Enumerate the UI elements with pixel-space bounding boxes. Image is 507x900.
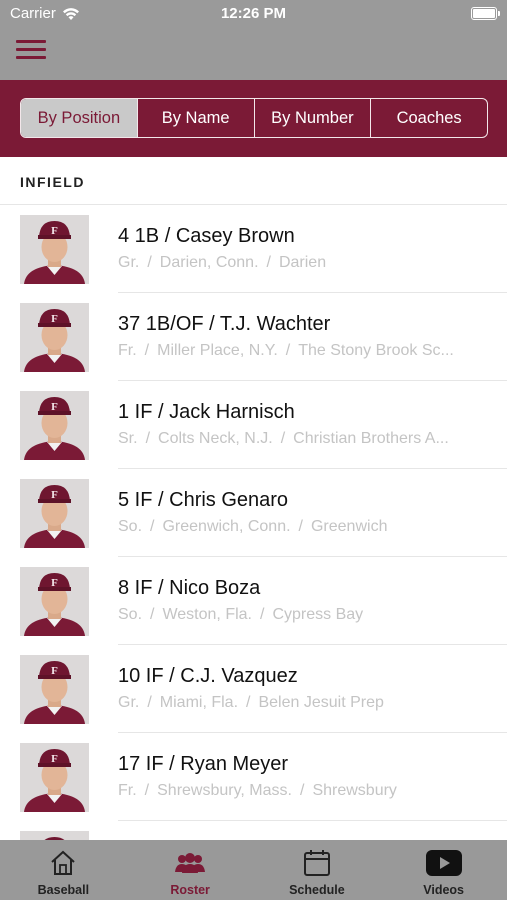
player-meta: So. / Weston, Fla. / Cypress Bay xyxy=(118,606,488,624)
player-hometown: Darien, Conn. xyxy=(159,254,259,271)
tab-schedule[interactable]: Schedule xyxy=(254,840,381,900)
hamburger-menu-icon[interactable] xyxy=(16,40,46,64)
svg-text:F: F xyxy=(51,577,58,589)
player-hometown: Miller Place, N.Y. xyxy=(157,342,278,359)
player-hometown: Colts Neck, N.J. xyxy=(158,430,273,447)
meta-separator: / xyxy=(246,694,251,711)
player-list: F 4 1B / Casey Brown Gr. / Darien, Conn. / D… xyxy=(0,205,507,840)
svg-text:F: F xyxy=(51,489,58,501)
calendar-icon xyxy=(303,850,330,876)
player-year: So. xyxy=(118,518,143,535)
section-header: INFIELD xyxy=(0,157,507,205)
player-photo: F xyxy=(20,391,89,460)
status-bar: Carrier 12:26 PM xyxy=(0,0,507,28)
meta-separator: / xyxy=(145,430,151,447)
player-year: Gr. xyxy=(118,694,140,711)
player-school: Darien xyxy=(278,254,327,271)
svg-text:F: F xyxy=(51,401,58,413)
roster-filter-band: By Position By Name By Number Coaches xyxy=(0,80,507,157)
player-meta: Gr. / Darien, Conn. / Darien xyxy=(118,254,488,272)
player-photo: F xyxy=(20,303,89,372)
player-school: Christian Brothers A... xyxy=(293,430,449,447)
player-school: Shrewsbury xyxy=(312,782,397,799)
player-row[interactable]: F 10 IF / C.J. Vazquez Gr. / Miami, Fla. / B… xyxy=(0,645,507,733)
tab-videos[interactable]: Videos xyxy=(380,840,507,900)
roster-people-icon xyxy=(175,853,206,873)
top-bar: Carrier 12:26 PM xyxy=(0,0,507,80)
player-meta: Fr. / Miller Place, N.Y. / The Stony Brook S… xyxy=(118,342,488,360)
player-year: So. xyxy=(118,606,143,623)
player-meta: So. / Greenwich, Conn. / Greenwich xyxy=(118,518,488,536)
tab-baseball[interactable]: Baseball xyxy=(0,840,127,900)
player-hometown: Greenwich, Conn. xyxy=(162,518,291,535)
tab-label: Baseball xyxy=(37,883,90,897)
player-year: Fr. xyxy=(118,782,137,799)
battery-icon xyxy=(471,7,500,20)
player-photo: F xyxy=(20,831,89,840)
player-hometown: Shrewsbury, Mass. xyxy=(157,782,292,799)
meta-separator: / xyxy=(280,430,286,447)
player-title: 37 1B/OF / T.J. Wachter xyxy=(118,313,331,335)
player-year: Gr. xyxy=(118,254,140,271)
player-photo: F xyxy=(20,567,89,636)
tab-label: Roster xyxy=(170,883,210,897)
status-time: 12:26 PM xyxy=(220,5,287,22)
meta-separator: / xyxy=(144,342,150,359)
player-photo: F xyxy=(20,215,89,284)
svg-text:F: F xyxy=(51,225,58,237)
meta-separator: / xyxy=(266,254,271,271)
player-row[interactable]: F 1 IF / Jack Harnisch Sr. / Colts Neck, N… xyxy=(0,381,507,469)
player-school: Greenwich xyxy=(310,518,388,535)
tab-bar: Baseball Roster Schedule Videos xyxy=(0,840,507,900)
meta-separator: / xyxy=(147,694,152,711)
meta-separator: / xyxy=(144,782,150,799)
player-hometown: Weston, Fla. xyxy=(162,606,252,623)
player-row[interactable]: F 5 IF / Chris Genaro So. / Greenwich, Con… xyxy=(0,469,507,557)
segment-coaches[interactable]: Coaches xyxy=(371,99,487,137)
player-title: 5 IF / Chris Genaro xyxy=(118,489,289,511)
youtube-play-icon xyxy=(425,850,462,876)
svg-text:F: F xyxy=(51,753,58,765)
meta-separator: / xyxy=(299,782,305,799)
segment-by-position[interactable]: By Position xyxy=(21,99,138,137)
meta-separator: / xyxy=(150,518,155,535)
meta-separator: / xyxy=(285,342,291,359)
player-meta: Sr. / Colts Neck, N.J. / Christian Brothers … xyxy=(118,430,488,448)
roster-segmented-control: By Position By Name By Number Coaches xyxy=(20,98,488,138)
tab-label: Videos xyxy=(423,883,464,897)
home-icon xyxy=(51,850,76,875)
player-hometown: Miami, Fla. xyxy=(159,694,239,711)
player-school: Belen Jesuit Prep xyxy=(258,694,384,711)
player-meta: Gr. / Miami, Fla. / Belen Jesuit Prep xyxy=(118,694,488,712)
meta-separator: / xyxy=(259,606,265,623)
player-year: Sr. xyxy=(118,430,138,447)
segment-by-name[interactable]: By Name xyxy=(138,99,255,137)
player-photo: F xyxy=(20,479,89,548)
player-title: 17 IF / Ryan Meyer xyxy=(118,753,289,775)
player-row[interactable]: F 4 1B / Casey Brown Gr. / Darien, Conn. / D… xyxy=(0,205,507,293)
player-school: Cypress Bay xyxy=(272,606,364,623)
meta-separator: / xyxy=(147,254,152,271)
svg-text:F: F xyxy=(51,313,58,325)
player-photo: F xyxy=(20,743,89,812)
player-year: Fr. xyxy=(118,342,137,359)
player-school: The Stony Brook Sc... xyxy=(298,342,454,359)
tab-roster[interactable]: Roster xyxy=(127,840,254,900)
player-row-partial[interactable]: F xyxy=(0,821,507,840)
meta-separator: / xyxy=(298,518,303,535)
meta-separator: / xyxy=(150,606,155,623)
player-row[interactable]: F 17 IF / Ryan Meyer Fr. / Shrewsbury, Mas… xyxy=(0,733,507,821)
player-title: 1 IF / Jack Harnisch xyxy=(118,401,295,423)
segment-by-number[interactable]: By Number xyxy=(255,99,372,137)
player-title: 4 1B / Casey Brown xyxy=(118,225,295,247)
tab-label: Schedule xyxy=(289,883,345,897)
player-row[interactable]: F 8 IF / Nico Boza So. / Weston, Fla. / Cypr… xyxy=(0,557,507,645)
section-title: INFIELD xyxy=(20,174,85,190)
player-row[interactable]: F 37 1B/OF / T.J. Wachter Fr. / Miller Pla… xyxy=(0,293,507,381)
svg-text:F: F xyxy=(51,665,58,677)
player-photo: F xyxy=(20,655,89,724)
player-title: 8 IF / Nico Boza xyxy=(118,577,261,599)
player-meta: Fr. / Shrewsbury, Mass. / Shrewsbury xyxy=(118,782,488,800)
player-title: 10 IF / C.J. Vazquez xyxy=(118,665,298,687)
